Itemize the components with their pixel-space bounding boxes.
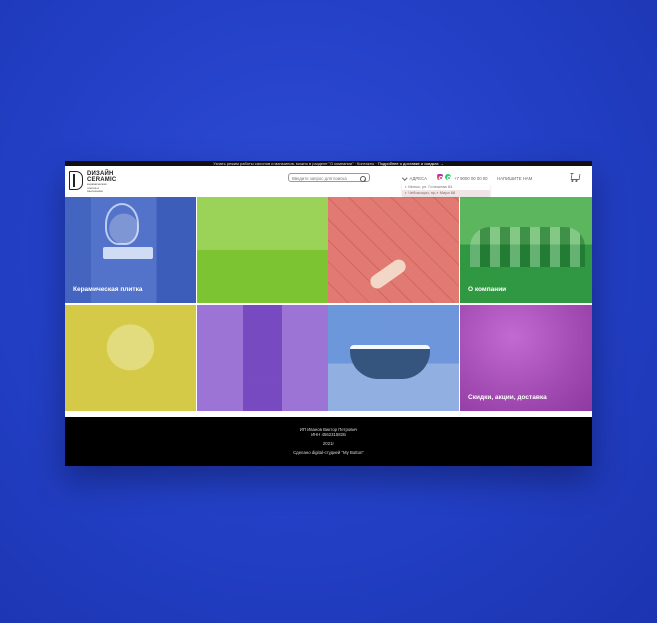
site-footer: ИП Иванов Виктор Петрович ИНН 456231582Б… [65, 417, 592, 466]
whatsapp-icon[interactable] [445, 174, 451, 180]
search-input[interactable] [292, 174, 360, 182]
tile-label: Скидки, акции, доставка [468, 394, 547, 401]
search-box [288, 173, 370, 182]
category-grid: Керамическая плитка О компании Скидки, а… [65, 197, 592, 411]
bathtub-illustration [350, 345, 430, 379]
tile-mirror-room[interactable] [65, 305, 196, 411]
site-header: DИЗАЙН CERAMIC керамическая плитка и сан… [65, 166, 592, 196]
instagram-icon[interactable] [437, 174, 443, 180]
addresses-toggle[interactable]: АДРЕСА [402, 174, 428, 181]
mirror-illustration [105, 203, 139, 245]
footer-inn: ИНН 456231582Б [311, 432, 346, 437]
tile-tiling[interactable] [328, 197, 459, 303]
addresses-dropdown: г. Минск, ул. Голешева 84 г. Чебоксары, … [402, 184, 490, 196]
tile-garden[interactable] [197, 197, 328, 303]
addresses-toggle-label: АДРЕСА [409, 176, 428, 181]
footer-credit[interactable]: Сделано digital-студией "My Button" [65, 450, 592, 455]
write-us-link[interactable]: НАПИШИТЕ НАМ [497, 176, 532, 181]
tile-bathroom[interactable] [197, 305, 328, 411]
website-frame: Узнать режим работы салонов и магазинов,… [65, 161, 592, 466]
logo-tagline: керамическая плитка и сантехника [87, 182, 107, 193]
tile-about-company[interactable]: О компании [460, 197, 592, 303]
chevron-down-icon [402, 174, 408, 180]
tile-label: Керамическая плитка [73, 286, 143, 293]
people-illustration [470, 227, 585, 267]
sink-illustration [103, 247, 153, 259]
tile-bathtub[interactable] [328, 305, 459, 411]
cart-icon[interactable] [570, 174, 581, 180]
tile-ceramic-tiles[interactable]: Керамическая плитка [65, 197, 196, 303]
tile-label: О компании [468, 286, 507, 293]
logo[interactable]: DИЗАЙН CERAMIC керамическая плитка и сан… [87, 171, 116, 194]
search-icon[interactable] [360, 176, 366, 182]
phone-number[interactable]: +7 9000 00 00 00 [454, 176, 488, 181]
address-item-highlighted[interactable]: г. Чебоксары, пр-т Мира 68 [402, 190, 490, 196]
hand-illustration [367, 256, 409, 292]
logo-icon[interactable] [69, 171, 83, 190]
tile-discounts[interactable]: Скидки, акции, доставка [460, 305, 592, 411]
footer-year: 2021г [322, 441, 335, 446]
